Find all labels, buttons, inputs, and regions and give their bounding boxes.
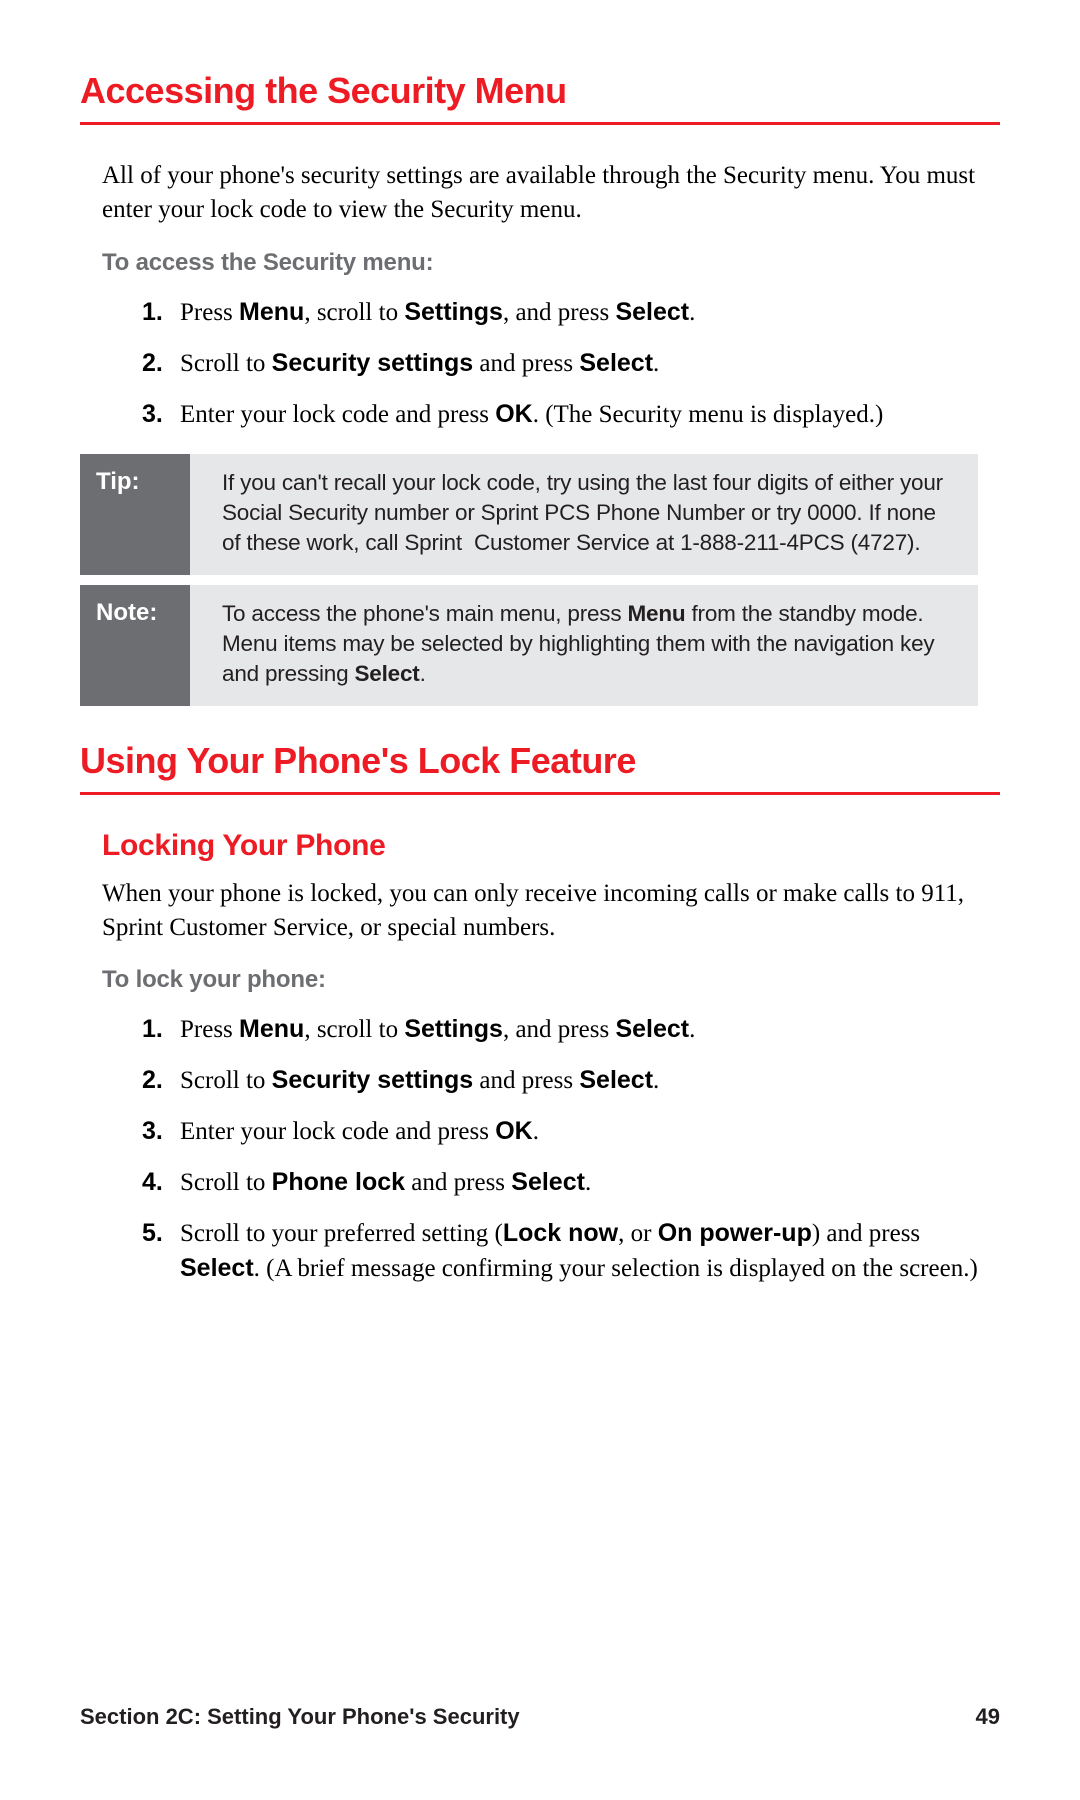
- page-footer: Section 2C: Setting Your Phone's Securit…: [80, 1704, 1000, 1730]
- footer-section-label: Section 2C: Setting Your Phone's Securit…: [80, 1704, 520, 1730]
- step-number: 1.: [142, 1012, 180, 1047]
- step-number: 3.: [142, 1114, 180, 1149]
- step-number: 1.: [142, 295, 180, 330]
- subheading-locking-your-phone: Locking Your Phone: [102, 829, 1000, 863]
- step-text: Scroll to Phone lock and press Select.: [180, 1165, 978, 1200]
- step-text: Press Menu, scroll to Settings, and pres…: [180, 295, 978, 330]
- subhead-access-security-menu: To access the Security menu:: [102, 249, 978, 277]
- intro-text: All of your phone's security settings ar…: [102, 159, 978, 227]
- heading-accessing-security-menu: Accessing the Security Menu: [80, 70, 1000, 125]
- section-accessing-security-menu: Accessing the Security Menu All of your …: [80, 70, 1000, 706]
- step-item: 2.Scroll to Security settings and press …: [142, 346, 978, 381]
- steps-list: 1.Press Menu, scroll to Settings, and pr…: [142, 295, 978, 432]
- subhead-to-lock-phone: To lock your phone:: [102, 966, 978, 994]
- step-text: Scroll to your preferred setting (Lock n…: [180, 1216, 978, 1286]
- callout-note: Note: To access the phone's main menu, p…: [80, 585, 978, 706]
- step-number: 5.: [142, 1216, 180, 1286]
- steps-list: 1.Press Menu, scroll to Settings, and pr…: [142, 1012, 978, 1286]
- step-text: Enter your lock code and press OK.: [180, 1114, 978, 1149]
- step-number: 2.: [142, 346, 180, 381]
- callout-label-tip: Tip:: [80, 454, 190, 575]
- step-text: Press Menu, scroll to Settings, and pres…: [180, 1012, 978, 1047]
- step-number: 4.: [142, 1165, 180, 1200]
- heading-using-lock-feature: Using Your Phone's Lock Feature: [80, 740, 1000, 795]
- step-text: Scroll to Security settings and press Se…: [180, 1063, 978, 1098]
- step-item: 3.Enter your lock code and press OK. (Th…: [142, 397, 978, 432]
- callout-body-tip: If you can't recall your lock code, try …: [190, 454, 978, 575]
- step-text: Enter your lock code and press OK. (The …: [180, 397, 978, 432]
- step-item: 1.Press Menu, scroll to Settings, and pr…: [142, 295, 978, 330]
- intro-text: When your phone is locked, you can only …: [102, 877, 978, 945]
- step-number: 3.: [142, 397, 180, 432]
- footer-page-number: 49: [976, 1704, 1000, 1730]
- callout-label-note: Note:: [80, 585, 190, 706]
- section-using-lock-feature: Using Your Phone's Lock Feature Locking …: [80, 740, 1000, 1287]
- step-item: 5.Scroll to your preferred setting (Lock…: [142, 1216, 978, 1286]
- callout-tip: Tip: If you can't recall your lock code,…: [80, 454, 978, 575]
- callout-body-note: To access the phone's main menu, press M…: [190, 585, 978, 706]
- step-number: 2.: [142, 1063, 180, 1098]
- step-item: 4.Scroll to Phone lock and press Select.: [142, 1165, 978, 1200]
- step-item: 3.Enter your lock code and press OK.: [142, 1114, 978, 1149]
- step-text: Scroll to Security settings and press Se…: [180, 346, 978, 381]
- step-item: 1.Press Menu, scroll to Settings, and pr…: [142, 1012, 978, 1047]
- step-item: 2.Scroll to Security settings and press …: [142, 1063, 978, 1098]
